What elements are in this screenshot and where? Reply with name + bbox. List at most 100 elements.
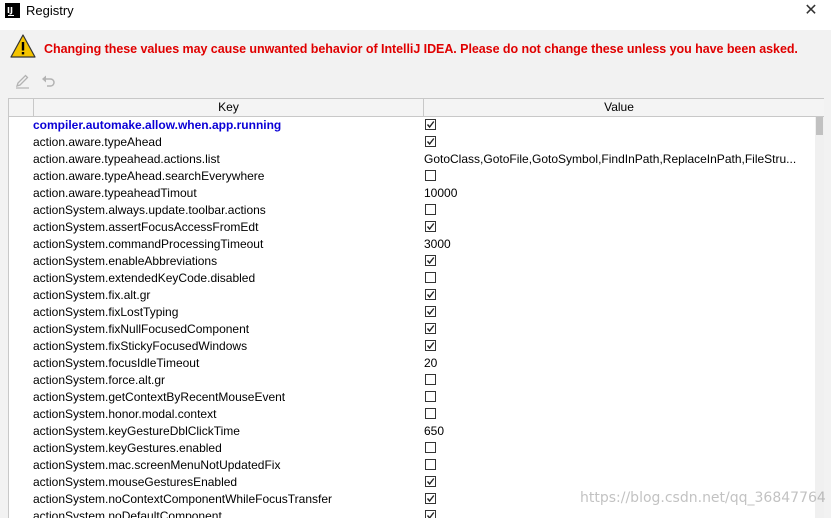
registry-key: action.aware.typeAhead.searchEverywhere bbox=[33, 169, 265, 183]
table-row[interactable]: actionSystem.focusIdleTimeout 20 bbox=[9, 355, 815, 372]
table-row[interactable]: actionSystem.fix.alt.gr bbox=[9, 287, 815, 304]
registry-key: actionSystem.noDefaultComponent bbox=[33, 509, 222, 518]
checkbox-unchecked[interactable] bbox=[425, 374, 436, 385]
column-header-key[interactable]: Key bbox=[34, 99, 424, 116]
table-row[interactable]: actionSystem.noDefaultComponent bbox=[9, 508, 815, 518]
watermark: https://blog.csdn.net/qq_36847764 bbox=[580, 490, 826, 506]
table-row[interactable]: actionSystem.commandProcessingTimeout 300… bbox=[9, 236, 815, 253]
registry-key: actionSystem.focusIdleTimeout bbox=[33, 356, 200, 370]
table-row[interactable]: actionSystem.fixLostTyping bbox=[9, 304, 815, 321]
registry-key: actionSystem.fixNullFocusedComponent bbox=[33, 322, 250, 336]
registry-key: actionSystem.fixStickyFocusedWindows bbox=[33, 339, 248, 353]
table-row[interactable]: actionSystem.keyGestures.enabled bbox=[9, 440, 815, 457]
checkbox-unchecked[interactable] bbox=[425, 442, 436, 453]
registry-key: action.aware.typeahead.actions.list bbox=[33, 152, 220, 166]
registry-key: compiler.automake.allow.when.app.running bbox=[33, 118, 282, 132]
checkbox-checked[interactable] bbox=[425, 340, 436, 351]
registry-key: actionSystem.keyGestures.enabled bbox=[33, 441, 222, 455]
checkbox-checked[interactable] bbox=[425, 255, 436, 266]
registry-value[interactable]: GotoClass,GotoFile,GotoSymbol,FindInPath… bbox=[424, 151, 814, 168]
header-gutter bbox=[9, 99, 34, 116]
registry-table: Key Value compiler.automake.allow.when.a… bbox=[8, 98, 824, 518]
registry-key: actionSystem.fixLostTyping bbox=[33, 305, 179, 319]
warning-triangle-icon bbox=[10, 34, 36, 58]
table-row[interactable]: compiler.automake.allow.when.app.running bbox=[9, 117, 815, 134]
registry-value[interactable]: 10000 bbox=[424, 185, 814, 202]
checkmark-icon bbox=[426, 291, 435, 299]
checkbox-unchecked[interactable] bbox=[425, 170, 436, 181]
table-row[interactable]: actionSystem.extendedKeyCode.disabled bbox=[9, 270, 815, 287]
registry-key: actionSystem.getContextByRecentMouseEven… bbox=[33, 390, 286, 404]
checkbox-unchecked[interactable] bbox=[425, 391, 436, 402]
intellij-app-icon: IJ bbox=[5, 3, 20, 18]
registry-key: actionSystem.mac.screenMenuNotUpdatedFix bbox=[33, 458, 281, 472]
warning-message: Changing these values may cause unwanted… bbox=[44, 42, 798, 56]
registry-key: actionSystem.assertFocusAccessFromEdt bbox=[33, 220, 259, 234]
checkbox-checked[interactable] bbox=[425, 510, 436, 518]
checkbox-checked[interactable] bbox=[425, 221, 436, 232]
registry-key: actionSystem.extendedKeyCode.disabled bbox=[33, 271, 256, 285]
checkmark-icon bbox=[426, 257, 435, 265]
registry-key: actionSystem.noContextComponentWhileFocu… bbox=[33, 492, 333, 506]
table-header: Key Value bbox=[9, 99, 824, 117]
scrollbar-thumb[interactable] bbox=[816, 117, 823, 135]
registry-key: actionSystem.force.alt.gr bbox=[33, 373, 166, 387]
table-row[interactable]: actionSystem.fixStickyFocusedWindows bbox=[9, 338, 815, 355]
table-row[interactable]: actionSystem.keyGestureDblClickTime 650 bbox=[9, 423, 815, 440]
table-row[interactable]: actionSystem.mac.screenMenuNotUpdatedFix bbox=[9, 457, 815, 474]
table-body: compiler.automake.allow.when.app.running… bbox=[9, 117, 815, 518]
table-row[interactable]: actionSystem.force.alt.gr bbox=[9, 372, 815, 389]
close-button[interactable]: ✕ bbox=[797, 0, 825, 22]
registry-key: action.aware.typeAhead bbox=[33, 135, 162, 149]
table-row[interactable]: action.aware.typeaheadTimout 10000 bbox=[9, 185, 815, 202]
checkbox-unchecked[interactable] bbox=[425, 204, 436, 215]
undo-icon[interactable] bbox=[40, 72, 58, 90]
checkmark-icon bbox=[426, 223, 435, 231]
registry-key: actionSystem.fix.alt.gr bbox=[33, 288, 151, 302]
checkbox-unchecked[interactable] bbox=[425, 272, 436, 283]
table-row[interactable]: action.aware.typeahead.actions.list GotoC… bbox=[9, 151, 815, 168]
registry-value[interactable]: 20 bbox=[424, 355, 814, 372]
checkmark-icon bbox=[426, 512, 435, 518]
checkmark-icon bbox=[426, 495, 435, 503]
checkbox-checked[interactable] bbox=[425, 323, 436, 334]
table-row[interactable]: actionSystem.always.update.toolbar.actio… bbox=[9, 202, 815, 219]
registry-key: actionSystem.keyGestureDblClickTime bbox=[33, 424, 240, 438]
checkbox-checked[interactable] bbox=[425, 493, 436, 504]
checkmark-icon bbox=[426, 138, 435, 146]
registry-value[interactable]: 3000 bbox=[424, 236, 814, 253]
registry-value[interactable]: 650 bbox=[424, 423, 814, 440]
checkbox-checked[interactable] bbox=[425, 136, 436, 147]
window-title: Registry bbox=[26, 3, 74, 18]
warning-banner: Changing these values may cause unwanted… bbox=[0, 30, 831, 66]
title-bar: IJ Registry ✕ bbox=[0, 0, 831, 24]
registry-key: actionSystem.honor.modal.context bbox=[33, 407, 217, 421]
checkbox-checked[interactable] bbox=[425, 289, 436, 300]
table-row[interactable]: action.aware.typeAhead bbox=[9, 134, 815, 151]
table-row[interactable]: actionSystem.honor.modal.context bbox=[9, 406, 815, 423]
vertical-scrollbar[interactable] bbox=[815, 117, 824, 518]
table-row[interactable]: actionSystem.mouseGesturesEnabled bbox=[9, 474, 815, 491]
checkbox-checked[interactable] bbox=[425, 119, 436, 130]
table-row[interactable]: action.aware.typeAhead.searchEverywhere bbox=[9, 168, 815, 185]
registry-key: action.aware.typeaheadTimout bbox=[33, 186, 197, 200]
registry-key: actionSystem.enableAbbreviations bbox=[33, 254, 218, 268]
table-row[interactable]: actionSystem.enableAbbreviations bbox=[9, 253, 815, 270]
toolbar bbox=[0, 66, 831, 96]
column-header-value[interactable]: Value bbox=[424, 99, 814, 116]
table-row[interactable]: actionSystem.getContextByRecentMouseEven… bbox=[9, 389, 815, 406]
checkbox-checked[interactable] bbox=[425, 476, 436, 487]
registry-key: actionSystem.always.update.toolbar.actio… bbox=[33, 203, 266, 217]
registry-key: actionSystem.commandProcessingTimeout bbox=[33, 237, 264, 251]
checkbox-unchecked[interactable] bbox=[425, 408, 436, 419]
checkmark-icon bbox=[426, 342, 435, 350]
checkmark-icon bbox=[426, 478, 435, 486]
pencil-icon[interactable] bbox=[14, 72, 32, 90]
table-row[interactable]: actionSystem.assertFocusAccessFromEdt bbox=[9, 219, 815, 236]
table-row[interactable]: actionSystem.fixNullFocusedComponent bbox=[9, 321, 815, 338]
registry-dialog: IJ Registry ✕ Changing these values may … bbox=[0, 0, 831, 518]
checkmark-icon bbox=[426, 121, 435, 129]
checkbox-checked[interactable] bbox=[425, 306, 436, 317]
checkbox-unchecked[interactable] bbox=[425, 459, 436, 470]
checkmark-icon bbox=[426, 308, 435, 316]
